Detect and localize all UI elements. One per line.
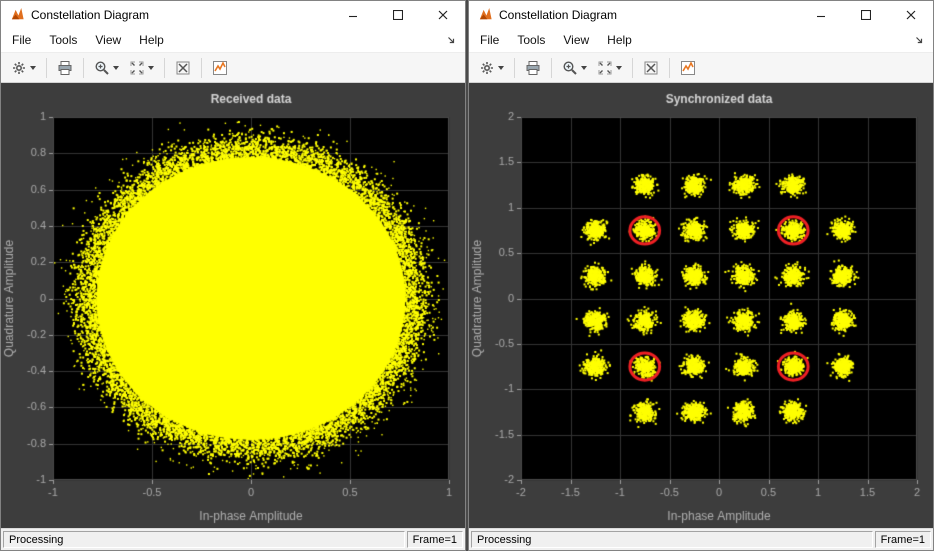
close-button[interactable] xyxy=(420,1,465,28)
toolbar-separator xyxy=(514,58,515,78)
status-message: Processing xyxy=(3,531,405,548)
window-controls xyxy=(330,1,465,28)
autoscale-icon xyxy=(175,60,191,76)
settings-icon xyxy=(479,60,495,76)
chevron-down-icon xyxy=(581,66,587,70)
toolbar-separator xyxy=(551,58,552,78)
print-icon xyxy=(525,60,541,76)
toolbar-separator xyxy=(201,58,202,78)
window-title: Constellation Diagram xyxy=(499,8,617,22)
window-received: Constellation Diagram File Tools View He… xyxy=(0,0,466,551)
settings-button[interactable] xyxy=(475,56,508,80)
matlab-icon xyxy=(477,7,493,23)
scale-axes-icon xyxy=(597,60,613,76)
status-message: Processing xyxy=(471,531,873,548)
chevron-down-icon xyxy=(616,66,622,70)
chevron-down-icon xyxy=(498,66,504,70)
autoscale-button[interactable] xyxy=(639,56,663,80)
received-plot-canvas[interactable] xyxy=(1,83,465,528)
menu-bar: File Tools View Help xyxy=(1,28,465,53)
window-controls xyxy=(798,1,933,28)
zoom-in-button[interactable] xyxy=(558,56,591,80)
minimize-icon xyxy=(348,10,358,20)
minimize-icon xyxy=(816,10,826,20)
menu-help[interactable]: Help xyxy=(130,29,173,51)
status-bar: Processing Frame=1 xyxy=(1,528,465,550)
title-bar[interactable]: Constellation Diagram xyxy=(1,1,465,28)
menu-file[interactable]: File xyxy=(3,29,40,51)
matlab-icon xyxy=(9,7,25,23)
menu-help[interactable]: Help xyxy=(598,29,641,51)
desktop: Constellation Diagram File Tools View He… xyxy=(0,0,934,551)
scale-axes-button[interactable] xyxy=(125,56,158,80)
toolbar-separator xyxy=(46,58,47,78)
menu-tools[interactable]: Tools xyxy=(508,29,554,51)
measurements-button[interactable] xyxy=(676,56,700,80)
close-icon xyxy=(438,10,448,20)
close-icon xyxy=(906,10,916,20)
menu-view[interactable]: View xyxy=(554,29,598,51)
settings-icon xyxy=(11,60,27,76)
autoscale-button[interactable] xyxy=(171,56,195,80)
measurements-icon xyxy=(212,60,228,76)
menu-bar: File Tools View Help xyxy=(469,28,933,53)
toolbar-separator xyxy=(632,58,633,78)
scale-axes-button[interactable] xyxy=(593,56,626,80)
toolbar-separator xyxy=(83,58,84,78)
synchronized-plot-canvas[interactable] xyxy=(469,83,933,528)
print-button[interactable] xyxy=(521,56,545,80)
toolbar xyxy=(469,53,933,83)
window-title: Constellation Diagram xyxy=(31,8,149,22)
chevron-down-icon xyxy=(30,66,36,70)
frame-counter: Frame=1 xyxy=(875,531,931,548)
toolbar-separator xyxy=(164,58,165,78)
toolbar xyxy=(1,53,465,83)
maximize-icon xyxy=(861,10,871,20)
measurements-icon xyxy=(680,60,696,76)
measurements-button[interactable] xyxy=(208,56,232,80)
minimize-button[interactable] xyxy=(798,1,843,28)
chevron-down-icon xyxy=(113,66,119,70)
scale-axes-icon xyxy=(129,60,145,76)
maximize-button[interactable] xyxy=(375,1,420,28)
print-button[interactable] xyxy=(53,56,77,80)
title-bar[interactable]: Constellation Diagram xyxy=(469,1,933,28)
zoom-in-icon xyxy=(562,60,578,76)
settings-button[interactable] xyxy=(7,56,40,80)
plot-area xyxy=(469,83,933,528)
menu-file[interactable]: File xyxy=(471,29,508,51)
maximize-button[interactable] xyxy=(843,1,888,28)
zoom-in-icon xyxy=(94,60,110,76)
maximize-icon xyxy=(393,10,403,20)
print-icon xyxy=(57,60,73,76)
menu-view[interactable]: View xyxy=(86,29,130,51)
plot-area xyxy=(1,83,465,528)
minimize-button[interactable] xyxy=(330,1,375,28)
window-synchronized: Constellation Diagram File Tools View He… xyxy=(468,0,934,551)
toolbar-separator xyxy=(669,58,670,78)
close-button[interactable] xyxy=(888,1,933,28)
autoscale-icon xyxy=(643,60,659,76)
zoom-in-button[interactable] xyxy=(90,56,123,80)
dock-arrow-icon[interactable] xyxy=(446,35,457,46)
status-bar: Processing Frame=1 xyxy=(469,528,933,550)
dock-arrow-icon[interactable] xyxy=(914,35,925,46)
menu-tools[interactable]: Tools xyxy=(40,29,86,51)
frame-counter: Frame=1 xyxy=(407,531,463,548)
chevron-down-icon xyxy=(148,66,154,70)
